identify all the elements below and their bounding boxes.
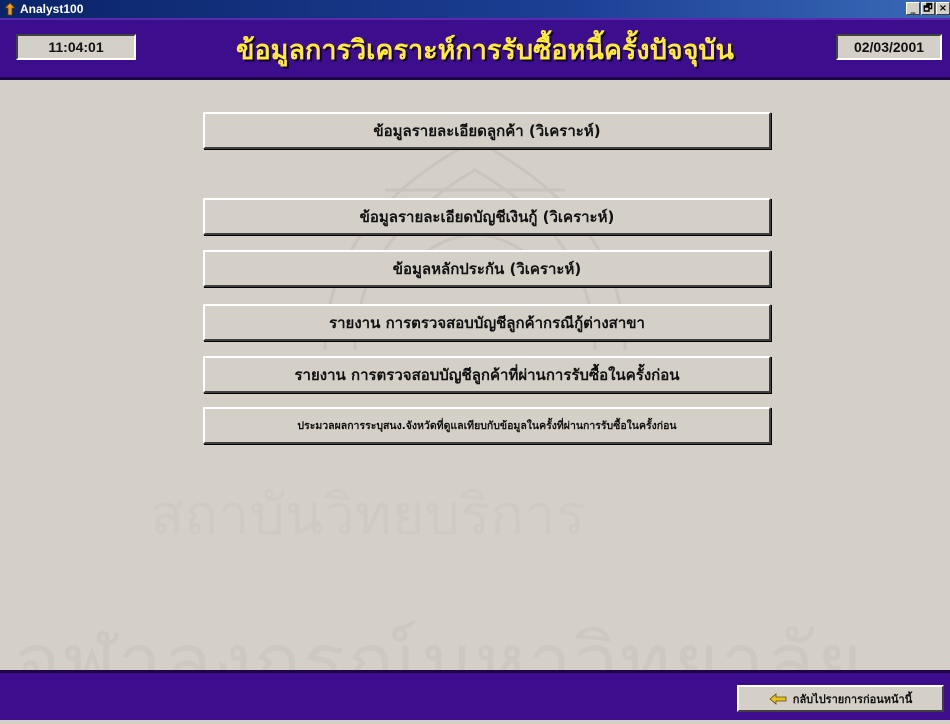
main-content: สถาบันวิทยบริการ จุฬาลงกรณ์มหาวิทยาลัย ข… [0, 80, 950, 708]
back-arrow-icon [769, 692, 787, 705]
date-display: 02/03/2001 [836, 34, 942, 60]
back-button[interactable]: กลับไปรายการก่อนหน้านี้ [737, 685, 944, 712]
customer-detail-button[interactable]: ข้อมูลรายละเอียดลูกค้า (วิเคราะห์) [203, 112, 771, 149]
time-display: 11:04:01 [16, 34, 136, 60]
footer-bar: กลับไปรายการก่อนหน้านี้ [0, 670, 950, 720]
restore-button[interactable]: 🗗 [921, 2, 935, 15]
close-button[interactable]: × [936, 2, 950, 15]
minimize-button[interactable]: _ [906, 2, 920, 15]
page-title: ข้อมูลการวิเคราะห์การรับซื้อหนี้ครั้งปัจ… [235, 35, 734, 66]
back-button-label: กลับไปรายการก่อนหน้านี้ [792, 692, 913, 706]
province-office-process-button[interactable]: ประมวลผลการระบุสนง.จังหวัดที่ดูแลเทียบกั… [203, 407, 771, 444]
previous-purchase-report-button[interactable]: รายงาน การตรวจสอบบัญชีลูกค้าที่ผ่านการรั… [203, 356, 771, 393]
app-icon [3, 2, 17, 16]
window-controls: _ 🗗 × [906, 2, 950, 15]
loan-account-detail-button[interactable]: ข้อมูลรายละเอียดบัญชีเงินกู้ (วิเคราะห์) [203, 198, 771, 235]
header-bar: 11:04:01 ข้อมูลการวิเคราะห์การรับซื้อหนี… [0, 18, 950, 80]
window-title: Analyst100 [20, 2, 84, 16]
window-titlebar: Analyst100 _ 🗗 × [0, 0, 950, 18]
collateral-detail-button[interactable]: ข้อมูลหลักประกัน (วิเคราะห์) [203, 250, 771, 287]
cross-branch-loan-report-button[interactable]: รายงาน การตรวจสอบบัญชีลูกค้ากรณีกู้ต่างส… [203, 304, 771, 341]
watermark-line-1: สถาบันวิทยบริการ [150, 483, 586, 548]
